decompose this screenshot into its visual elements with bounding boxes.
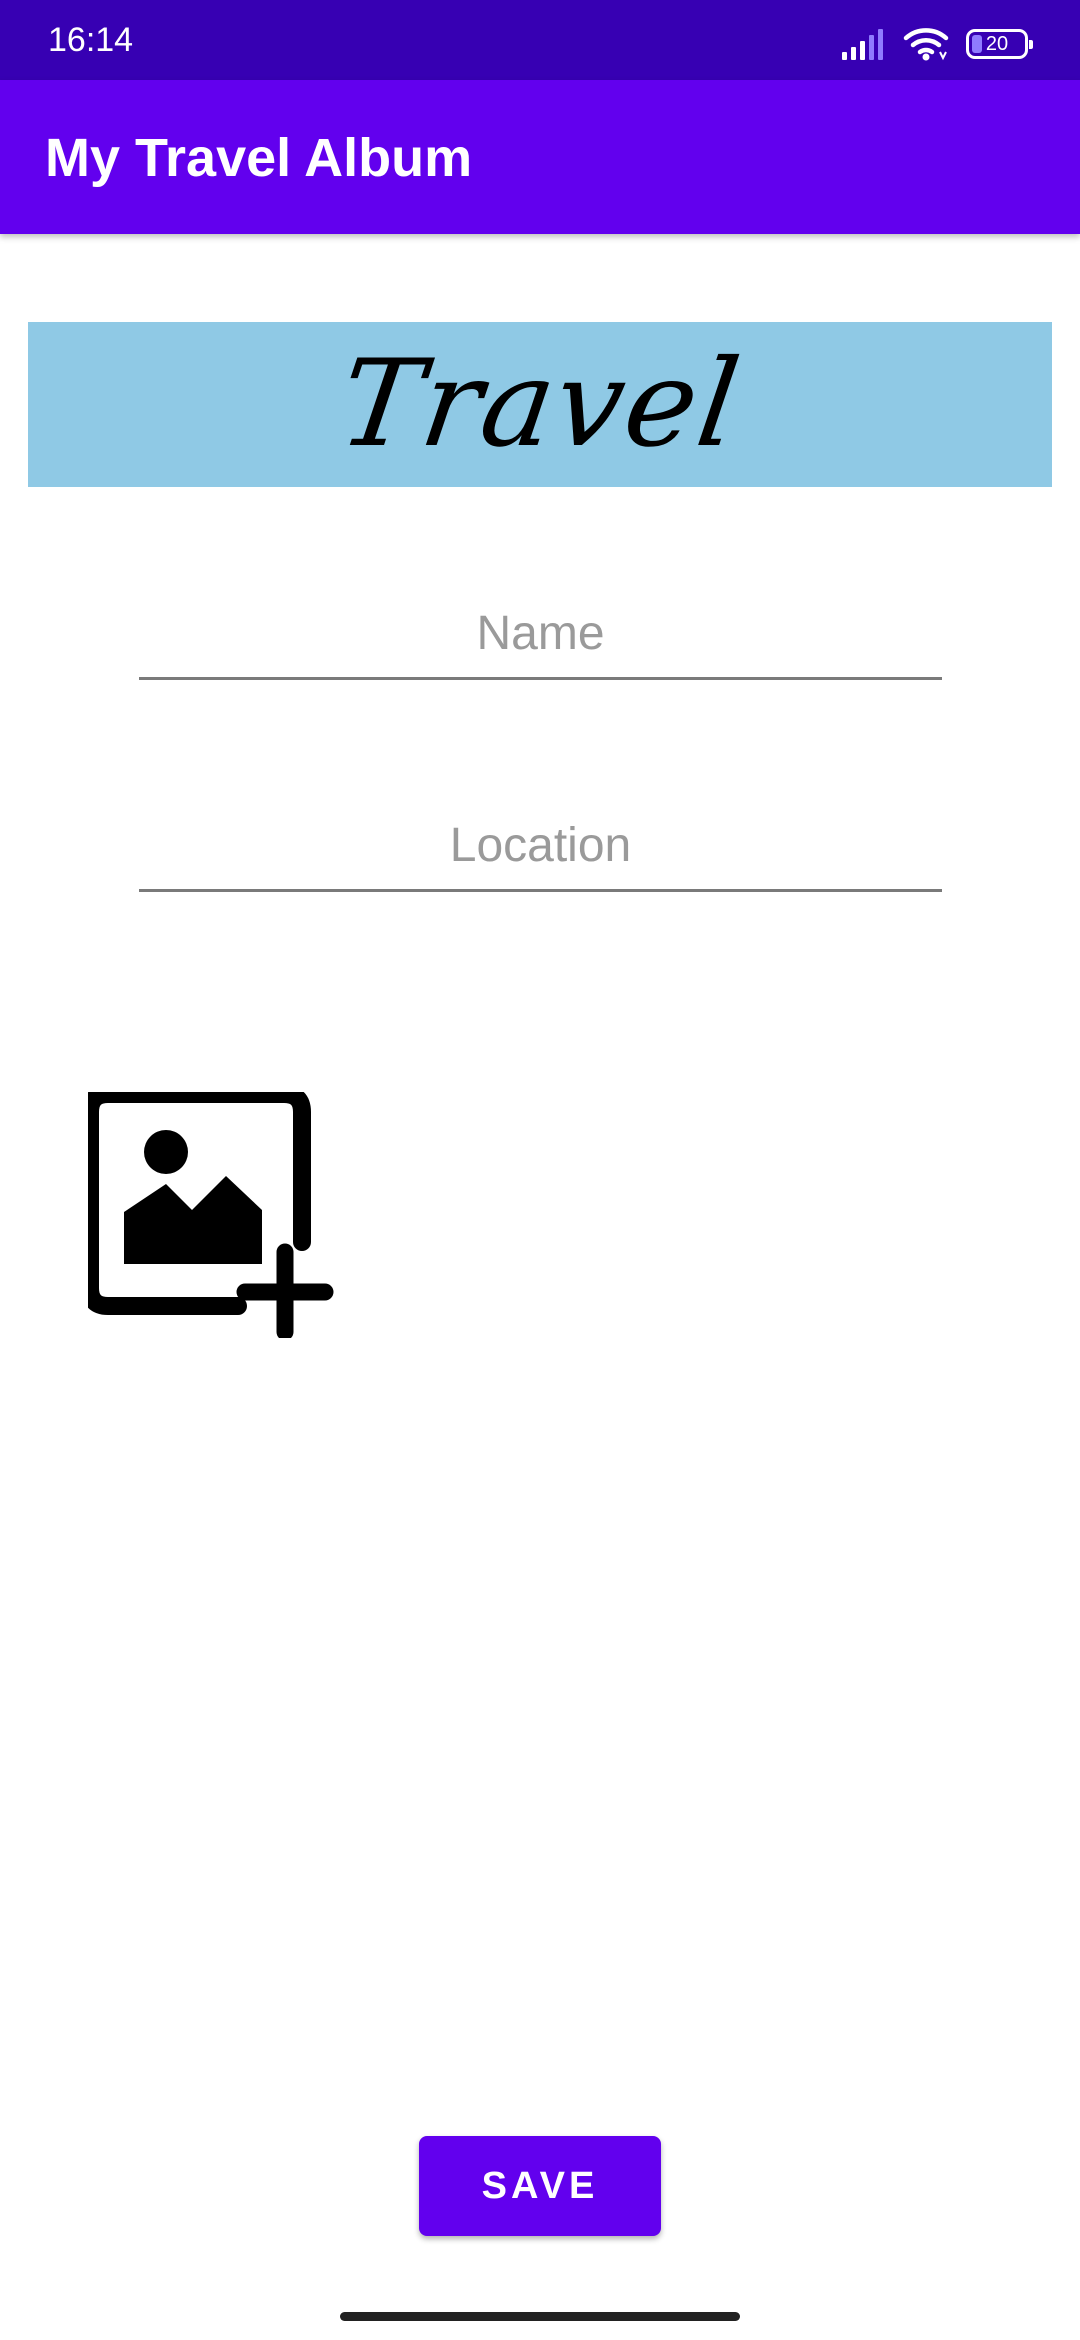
screen: 16:14 20 My Travel Album Travel Name Loc… bbox=[0, 0, 1080, 2340]
app-bar: My Travel Album bbox=[0, 80, 1080, 234]
wifi-icon bbox=[903, 28, 949, 61]
signal-icon bbox=[842, 29, 883, 60]
travel-banner: Travel bbox=[28, 322, 1052, 487]
battery-level: 20 bbox=[985, 32, 1009, 55]
status-bar: 16:14 20 bbox=[0, 0, 1080, 80]
save-button[interactable]: SAVE bbox=[419, 2136, 661, 2236]
add-image-button[interactable] bbox=[81, 1085, 334, 1341]
status-icons: 20 bbox=[840, 26, 1033, 62]
name-field-container bbox=[139, 590, 942, 680]
add-photo-icon bbox=[81, 1085, 334, 1341]
gesture-bar[interactable] bbox=[340, 2312, 740, 2321]
name-input[interactable] bbox=[139, 590, 942, 680]
app-title: My Travel Album bbox=[45, 128, 473, 188]
location-input[interactable] bbox=[139, 802, 942, 892]
location-field-container bbox=[139, 802, 942, 892]
banner-text: Travel bbox=[331, 334, 749, 474]
battery-icon: 20 bbox=[966, 29, 1033, 59]
status-time: 16:14 bbox=[48, 21, 134, 59]
